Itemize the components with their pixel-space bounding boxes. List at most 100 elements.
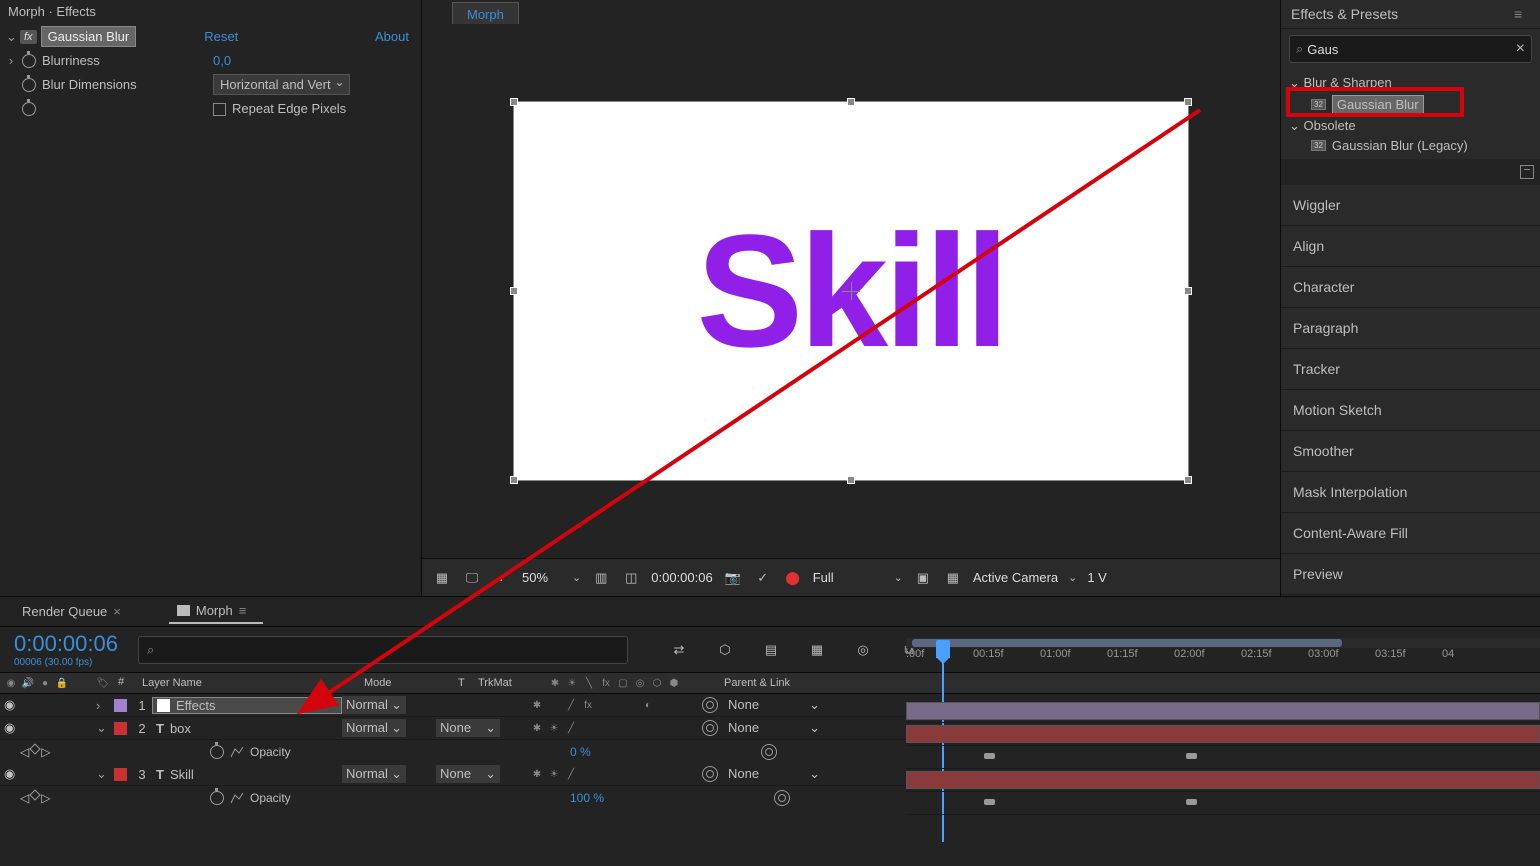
- mask-icon[interactable]: ◐: [492, 568, 512, 588]
- pixel-bin-icon[interactable]: [1520, 165, 1534, 179]
- grid-icon[interactable]: ▥: [591, 568, 611, 588]
- add-key-icon[interactable]: [30, 789, 41, 800]
- trkmat-dropdown[interactable]: None⌄: [436, 719, 500, 737]
- timeline-search[interactable]: ⌕: [138, 636, 628, 664]
- toggle-transparency-icon[interactable]: 🖵: [462, 568, 482, 588]
- expand-chevron[interactable]: ⌄: [96, 720, 106, 736]
- repeat-checkbox[interactable]: [213, 103, 226, 116]
- next-key-icon[interactable]: ▷: [41, 745, 50, 759]
- opacity-value[interactable]: 0 %: [570, 745, 591, 759]
- pickwhip-icon[interactable]: [761, 744, 777, 760]
- reset-link[interactable]: Reset: [204, 29, 238, 44]
- guides-icon[interactable]: ◫: [621, 568, 641, 588]
- stopwatch-icon[interactable]: [22, 54, 36, 68]
- composition-canvas[interactable]: Skill: [513, 101, 1189, 481]
- zoom-dropdown[interactable]: 50%: [522, 570, 581, 585]
- panel-menu-icon[interactable]: ≡: [1514, 6, 1530, 22]
- label-color[interactable]: [114, 768, 127, 781]
- clear-search-icon[interactable]: ×: [1516, 40, 1525, 58]
- panel-preview[interactable]: Preview: [1281, 554, 1540, 595]
- dimensions-dropdown[interactable]: Horizontal and Vert: [213, 74, 350, 95]
- panel-wiggler[interactable]: Wiggler: [1281, 185, 1540, 226]
- close-tab-icon[interactable]: ×: [113, 604, 121, 619]
- prev-key-icon[interactable]: ◁: [20, 791, 29, 805]
- tab-render-queue[interactable]: Render Queue ×: [14, 600, 129, 623]
- effects-search-input[interactable]: [1307, 42, 1515, 57]
- obsolete-group[interactable]: ⌄ Obsolete: [1281, 116, 1540, 136]
- effect-collapse-chevron[interactable]: ⌄: [6, 29, 16, 45]
- stopwatch-icon[interactable]: [22, 78, 36, 92]
- effects-search-box[interactable]: ⌕ ×: [1289, 35, 1532, 63]
- graph-icon[interactable]: [230, 791, 244, 805]
- panel-smoother[interactable]: Smoother: [1281, 431, 1540, 472]
- trkmat-dropdown[interactable]: None⌄: [436, 765, 500, 783]
- keyframe-icon[interactable]: [1186, 799, 1197, 805]
- resolution-dropdown[interactable]: Full: [813, 570, 903, 585]
- visibility-toggle[interactable]: ◉: [4, 720, 20, 736]
- visibility-toggle[interactable]: ◉: [4, 697, 20, 713]
- channel-icon[interactable]: ⬤: [783, 568, 803, 588]
- expand-chevron[interactable]: ⌄: [96, 766, 106, 782]
- blurriness-value[interactable]: 0,0: [213, 53, 231, 68]
- tab-morph[interactable]: Morph ≡: [169, 599, 263, 624]
- mode-dropdown[interactable]: Normal⌄: [342, 696, 406, 714]
- layer-name[interactable]: Effects: [176, 698, 216, 713]
- pickwhip-icon[interactable]: [702, 766, 718, 782]
- view-count[interactable]: 1 V: [1087, 570, 1107, 585]
- camera-dropdown[interactable]: Active Camera: [973, 570, 1077, 585]
- panel-content-aware-fill[interactable]: Content-Aware Fill: [1281, 513, 1540, 554]
- panel-motion-sketch[interactable]: Motion Sketch: [1281, 390, 1540, 431]
- timeline-tracks[interactable]: [906, 700, 1540, 815]
- effect-name[interactable]: Gaussian Blur: [41, 26, 137, 47]
- collapse-icon[interactable]: ◐: [641, 698, 655, 712]
- keyframe-icon[interactable]: [1186, 753, 1197, 759]
- parent-dropdown[interactable]: None⌄: [724, 765, 824, 783]
- gaussian-blur-item[interactable]: 32Gaussian Blur: [1281, 93, 1540, 116]
- blur-sharpen-group[interactable]: ⌄ Blur & Sharpen: [1281, 73, 1540, 93]
- camera-icon[interactable]: 📷: [723, 568, 743, 588]
- opacity-value[interactable]: 100 %: [570, 791, 604, 805]
- visibility-toggle[interactable]: ◉: [4, 766, 20, 782]
- current-time-indicator[interactable]: [936, 640, 950, 658]
- stopwatch-icon[interactable]: [210, 791, 224, 805]
- about-link[interactable]: About: [375, 29, 409, 44]
- panel-align[interactable]: Align: [1281, 226, 1540, 267]
- composition-mini-flowchart-icon[interactable]: ⇄: [668, 639, 690, 661]
- fx-toggle-icon[interactable]: fx: [20, 30, 37, 44]
- viewer-timecode[interactable]: 0:00:00:06: [651, 570, 712, 585]
- motion-blur-icon[interactable]: ◎: [852, 639, 874, 661]
- layer-name[interactable]: Skill: [170, 767, 194, 782]
- panel-tracker[interactable]: Tracker: [1281, 349, 1540, 390]
- parent-dropdown[interactable]: None⌄: [724, 719, 824, 737]
- panel-paragraph[interactable]: Paragraph: [1281, 308, 1540, 349]
- mode-dropdown[interactable]: Normal⌄: [342, 719, 406, 737]
- keyframe-icon[interactable]: [984, 753, 995, 759]
- region-icon[interactable]: ▣: [913, 568, 933, 588]
- prev-key-icon[interactable]: ◁: [20, 745, 29, 759]
- label-color[interactable]: [114, 699, 127, 712]
- snapshot-icon[interactable]: ✓: [753, 568, 773, 588]
- timeline-ruler[interactable]: :00f00:15f01:00f01:15f02:00f02:15f03:00f…: [906, 638, 1540, 678]
- mode-dropdown[interactable]: Normal⌄: [342, 765, 406, 783]
- keyframe-icon[interactable]: [984, 799, 995, 805]
- layer-name[interactable]: box: [170, 721, 191, 736]
- prop-chevron[interactable]: ›: [6, 53, 16, 68]
- expand-chevron[interactable]: ›: [96, 698, 106, 713]
- next-key-icon[interactable]: ▷: [41, 791, 50, 805]
- gaussian-blur-legacy-item[interactable]: 32Gaussian Blur (Legacy): [1281, 136, 1540, 155]
- draft3d-icon[interactable]: ⬡: [714, 639, 736, 661]
- pickwhip-icon[interactable]: [702, 720, 718, 736]
- pickwhip-icon[interactable]: [774, 790, 790, 806]
- pickwhip-icon[interactable]: [702, 697, 718, 713]
- frame-blend-icon[interactable]: ▦: [806, 639, 828, 661]
- add-key-icon[interactable]: [30, 743, 41, 754]
- panel-mask-interpolation[interactable]: Mask Interpolation: [1281, 472, 1540, 513]
- parent-dropdown[interactable]: None⌄: [724, 696, 824, 714]
- shy-icon[interactable]: ▤: [760, 639, 782, 661]
- panel-character[interactable]: Character: [1281, 267, 1540, 308]
- stopwatch-icon[interactable]: [210, 745, 224, 759]
- tab-menu-icon[interactable]: ≡: [239, 603, 255, 618]
- transparency-grid-icon[interactable]: ▦: [943, 568, 963, 588]
- toggle-alpha-icon[interactable]: ▦: [432, 568, 452, 588]
- label-color[interactable]: [114, 722, 127, 735]
